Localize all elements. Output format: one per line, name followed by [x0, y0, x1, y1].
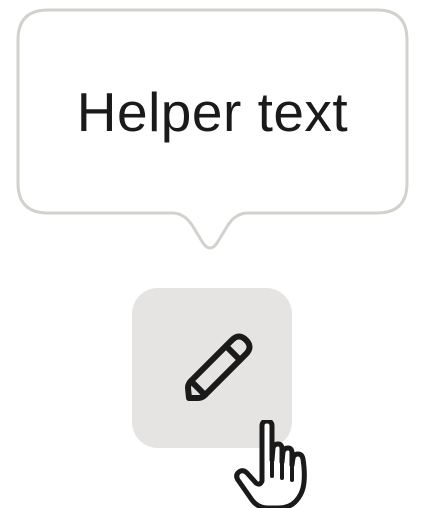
- pencil-icon: [185, 333, 253, 401]
- tooltip-text: Helper text: [76, 80, 349, 143]
- hand-pointer-icon: [234, 420, 307, 508]
